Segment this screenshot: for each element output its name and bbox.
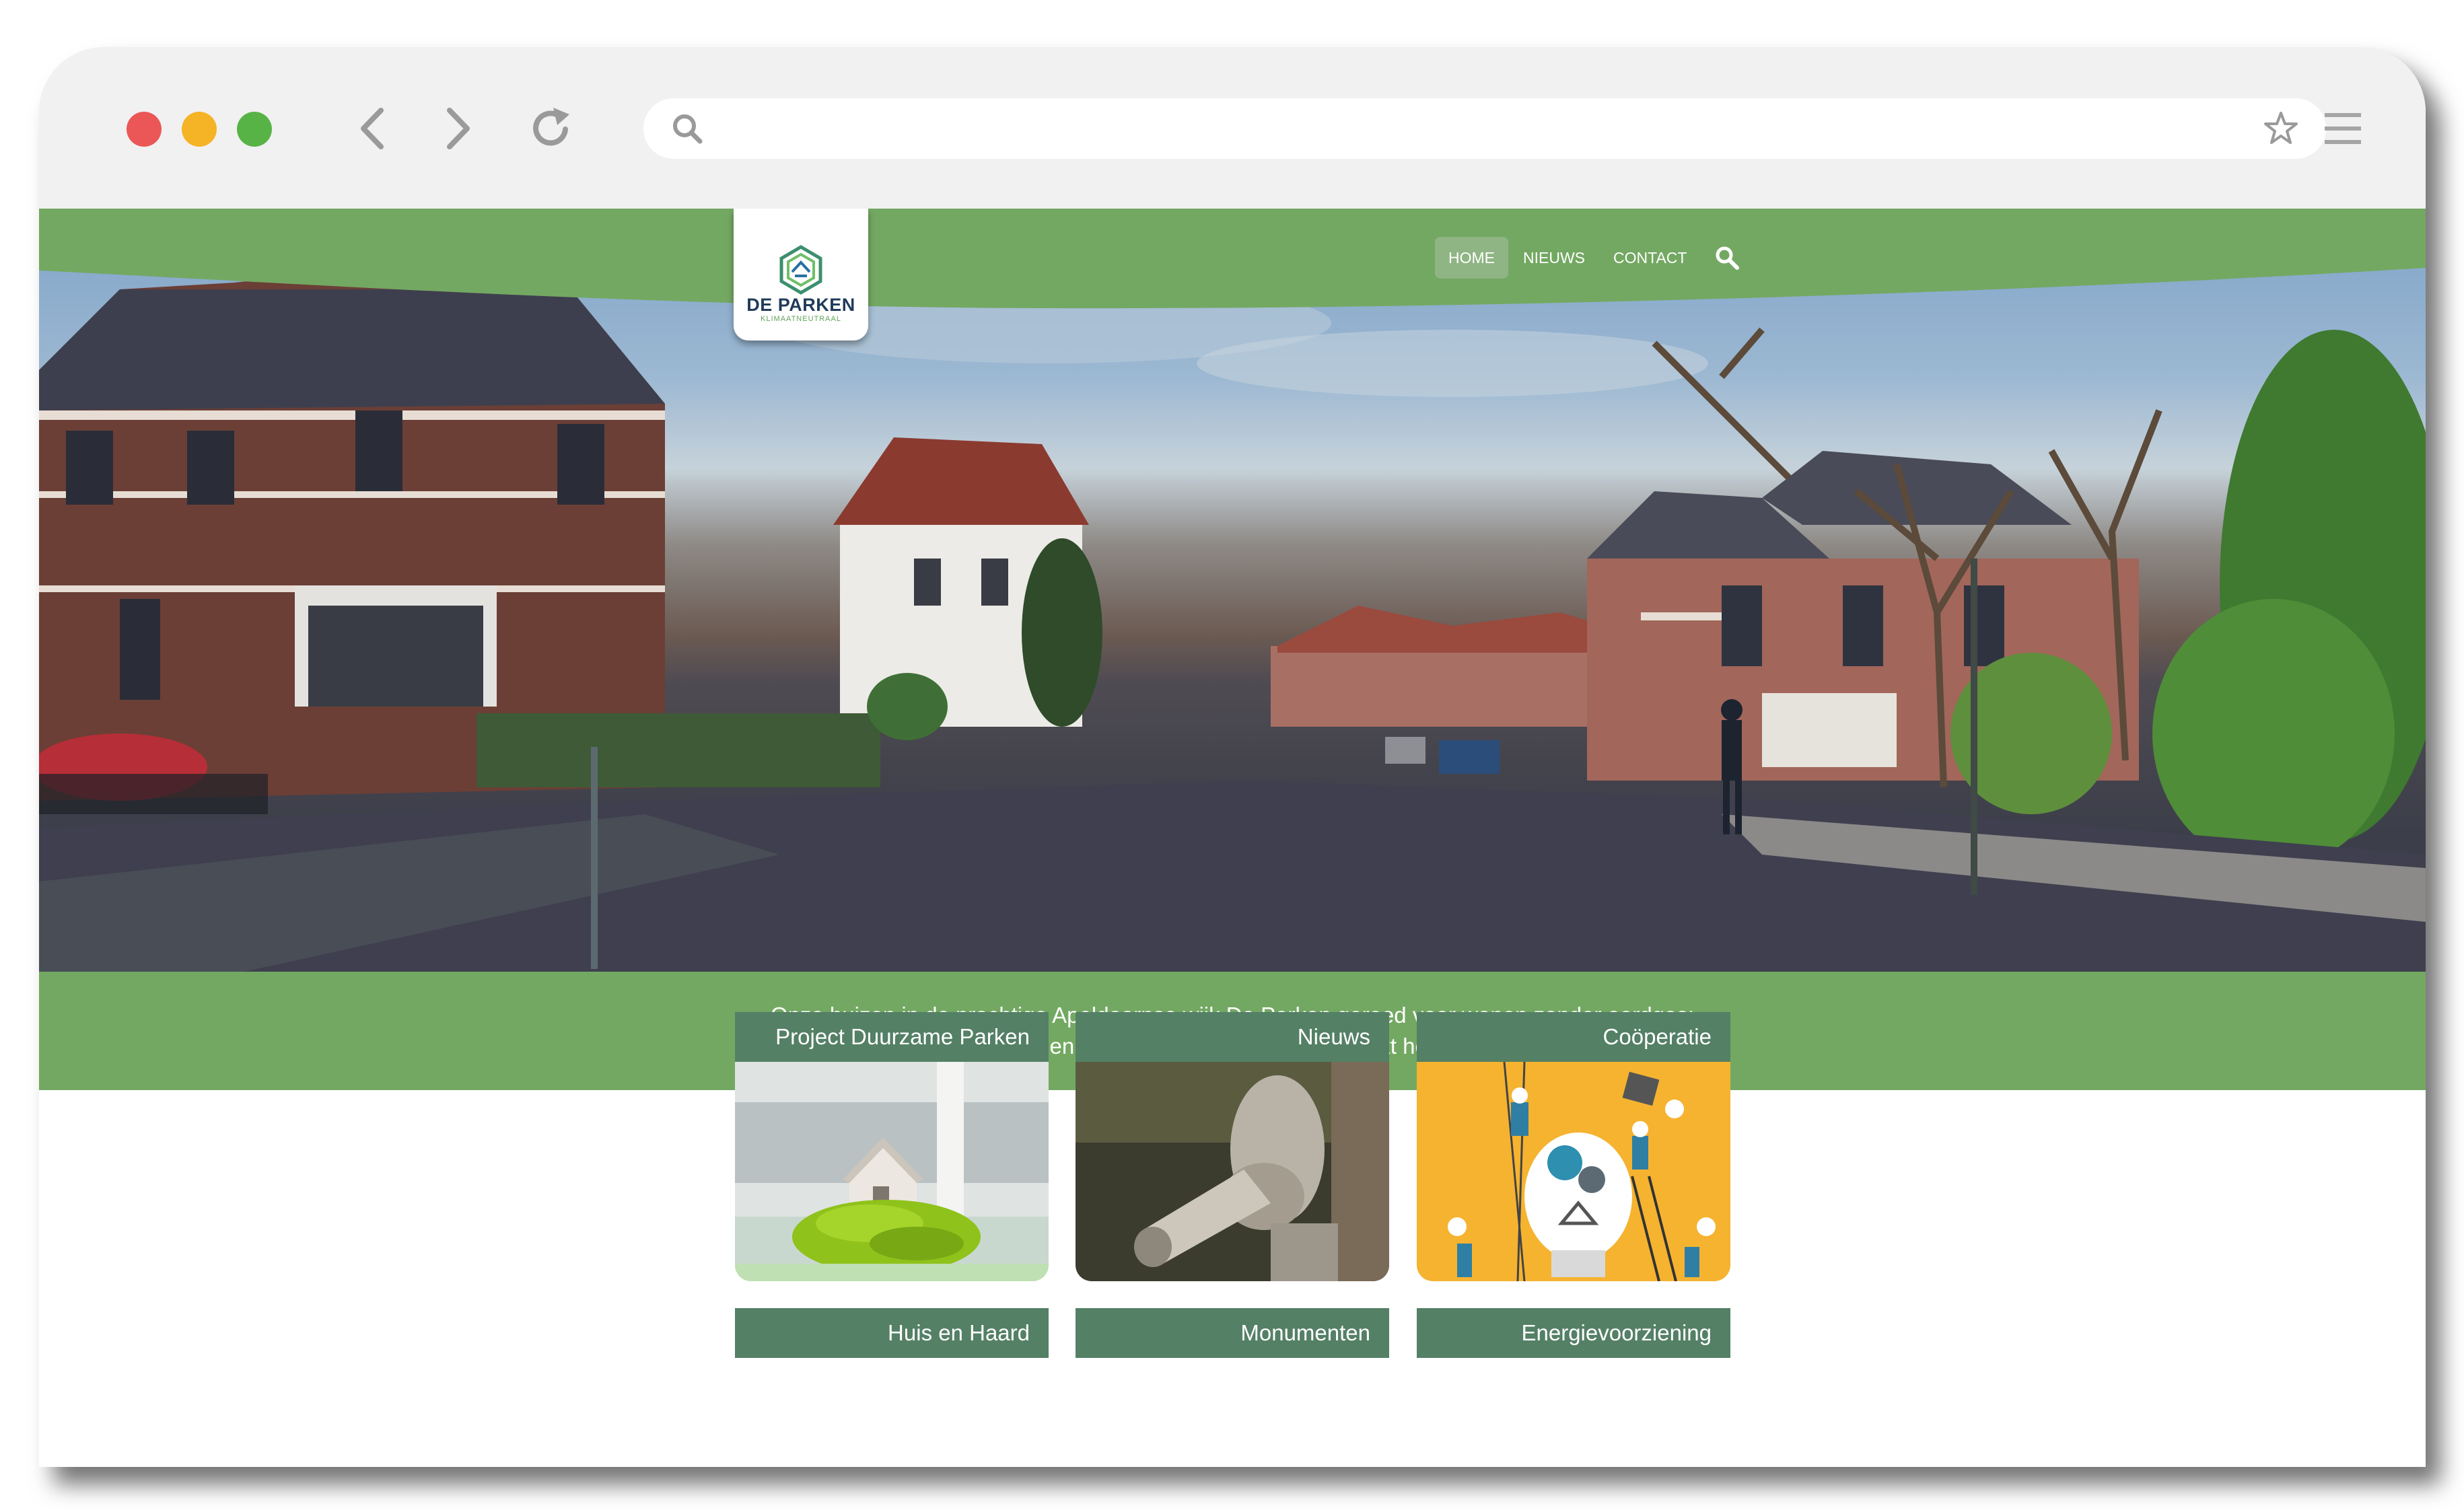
forward-icon[interactable] <box>433 105 481 152</box>
card-image-house-scarf <box>735 1062 1049 1281</box>
card-title: Monumenten <box>1076 1308 1389 1358</box>
nav-contact[interactable]: CONTACT <box>1600 237 1700 279</box>
browser-window: DE PARKEN KLIMAATNEUTRAAL HOME NIEUWS CO… <box>39 47 2426 1467</box>
logo-icon <box>779 245 822 295</box>
header-band <box>39 209 2426 309</box>
main-navigation: HOME NIEUWS CONTACT <box>1435 237 1740 279</box>
card-project-duurzame-parken[interactable]: Project Duurzame Parken <box>735 1012 1049 1281</box>
hamburger-icon[interactable] <box>2323 109 2362 148</box>
hero-image: DE PARKEN KLIMAATNEUTRAAL HOME NIEUWS CO… <box>39 209 2426 972</box>
maximize-window-button[interactable] <box>237 112 272 147</box>
card-title: Nieuws <box>1076 1012 1389 1062</box>
address-bar[interactable] <box>643 98 2326 159</box>
card-nieuws[interactable]: Nieuws <box>1076 1012 1389 1281</box>
card-title: Energievoorziening <box>1417 1308 1730 1358</box>
card-title: Project Duurzame Parken <box>735 1012 1049 1062</box>
site-logo[interactable]: DE PARKEN KLIMAATNEUTRAAL <box>734 209 868 340</box>
search-icon[interactable] <box>1714 244 1740 271</box>
close-window-button[interactable] <box>127 112 162 147</box>
reload-icon[interactable] <box>528 105 575 152</box>
nav-home[interactable]: HOME <box>1435 237 1508 279</box>
nav-nieuws[interactable]: NIEUWS <box>1510 237 1598 279</box>
browser-toolbar <box>39 47 2426 209</box>
card-title: Coöperatie <box>1417 1012 1730 1062</box>
search-icon <box>673 114 703 144</box>
star-icon[interactable] <box>2263 110 2299 147</box>
card-image-lightbulb-illustration <box>1417 1062 1730 1281</box>
card-huis-en-haard[interactable]: Huis en Haard <box>735 1308 1049 1358</box>
logo-name: DE PARKEN <box>746 295 855 315</box>
card-title: Huis en Haard <box>735 1308 1049 1358</box>
card-monumenten[interactable]: Monumenten <box>1076 1308 1389 1358</box>
card-cooperatie[interactable]: Coöperatie <box>1417 1012 1730 1281</box>
logo-subtitle: KLIMAATNEUTRAAL <box>761 315 841 323</box>
back-icon[interactable] <box>350 105 397 152</box>
card-image-statue <box>1076 1062 1389 1281</box>
card-energievoorziening[interactable]: Energievoorziening <box>1417 1308 1730 1358</box>
minimize-window-button[interactable] <box>182 112 217 147</box>
